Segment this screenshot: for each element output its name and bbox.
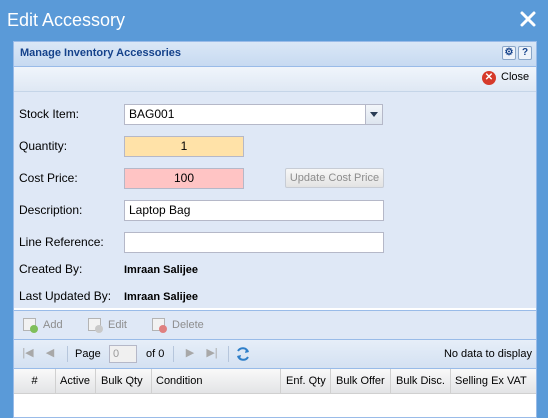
next-page-icon[interactable]: ▶ (184, 347, 196, 359)
page-count-label: of 0 (146, 348, 165, 360)
page-value: 0 (113, 348, 120, 360)
last-updated-by-value: Imraan Salijee (124, 291, 198, 303)
add-icon (23, 318, 38, 333)
quantity-field[interactable]: 1 (124, 136, 244, 157)
pager-separator (173, 346, 174, 362)
column-header[interactable]: Bulk Qty (96, 369, 152, 393)
action-toolbar: Add Edit Delete (14, 310, 536, 340)
created-by-value: Imraan Salijee (124, 264, 198, 276)
column-header-label: Active (60, 375, 90, 387)
window-title: Edit Accessory (7, 10, 126, 30)
accessories-panel: Manage Inventory Accessories ⚙ ? ✕ Close… (13, 41, 537, 418)
page-input[interactable]: 0 (109, 345, 137, 363)
column-header[interactable]: Condition (152, 369, 281, 393)
last-updated-by-label: Last Updated By: (19, 289, 112, 303)
column-header-label: # (31, 375, 38, 387)
refresh-icon[interactable] (235, 346, 251, 362)
close-circle-icon: ✕ (482, 71, 496, 85)
pager-separator (67, 346, 68, 362)
close-toolbar: ✕ Close (14, 67, 536, 92)
column-header[interactable]: # (14, 369, 56, 393)
close-button[interactable]: ✕ Close (482, 70, 530, 88)
chevron-down-icon[interactable] (365, 105, 382, 124)
quantity-label: Quantity: (19, 139, 68, 153)
edit-button[interactable]: Edit (84, 315, 142, 335)
edit-label: Edit (108, 319, 127, 331)
column-header-label: Enf. Qty (286, 375, 326, 387)
close-icon[interactable] (519, 10, 537, 28)
column-header-label: Bulk Qty (101, 375, 143, 387)
column-header[interactable]: Active (56, 369, 96, 393)
update-cost-price-button[interactable]: Update Cost Price (285, 168, 384, 188)
column-header-label: Selling Ex VAT (455, 375, 527, 387)
cost-price-value: 100 (173, 171, 195, 185)
quantity-value: 1 (180, 139, 188, 153)
panel-header: Manage Inventory Accessories ⚙ ? (14, 42, 536, 67)
first-page-icon[interactable]: |◀ (22, 347, 34, 359)
help-icon[interactable]: ? (518, 46, 532, 60)
delete-icon (152, 318, 167, 333)
column-header[interactable]: Bulk Disc. (391, 369, 451, 393)
empty-message: No data to display (443, 348, 532, 360)
paging-toolbar: |◀ ◀ Page 0 of 0 ▶ ▶| No data to display (14, 340, 536, 369)
delete-label: Delete (172, 319, 204, 331)
cost-price-label: Cost Price: (19, 171, 78, 185)
cost-price-field[interactable]: 100 (124, 168, 244, 189)
gear-icon[interactable]: ⚙ (502, 46, 516, 60)
pager-separator (228, 346, 229, 362)
accessory-form: Stock Item: BAG001 Quantity: 1 Cost Pric… (14, 92, 536, 308)
description-label: Description: (19, 203, 83, 217)
prev-page-icon[interactable]: ◀ (44, 347, 56, 359)
column-header-label: Bulk Offer (336, 375, 385, 387)
update-cost-price-label: Update Cost Price (289, 172, 380, 184)
column-header[interactable]: Enf. Qty (281, 369, 331, 393)
line-reference-field[interactable] (124, 232, 384, 253)
description-value: Laptop Bag (129, 203, 191, 217)
edit-icon (88, 318, 103, 333)
description-field[interactable]: Laptop Bag (124, 200, 384, 221)
column-header-label: Bulk Disc. (396, 375, 445, 387)
column-header[interactable]: Selling Ex VAT (451, 369, 536, 393)
delete-button[interactable]: Delete (148, 315, 218, 335)
stock-item-value: BAG001 (129, 107, 175, 121)
panel-title: Manage Inventory Accessories (20, 47, 181, 59)
created-by-label: Created By: (19, 262, 83, 276)
window-titlebar[interactable]: Edit Accessory (0, 0, 548, 42)
column-header[interactable]: Bulk Offer (331, 369, 391, 393)
add-button[interactable]: Add (19, 315, 77, 335)
stock-item-select[interactable]: BAG001 (124, 104, 383, 125)
column-header-label: Condition (156, 375, 203, 387)
grid-header: # Active Bulk Qty Condition Enf. Qty Bul… (14, 369, 536, 394)
last-page-icon[interactable]: ▶| (206, 347, 218, 359)
line-reference-label: Line Reference: (19, 235, 104, 249)
close-label: Close (501, 71, 530, 83)
page-label: Page (75, 348, 101, 360)
edit-accessory-window: Edit Accessory Manage Inventory Accessor… (0, 0, 548, 418)
add-label: Add (43, 319, 63, 331)
stock-item-label: Stock Item: (19, 107, 80, 121)
